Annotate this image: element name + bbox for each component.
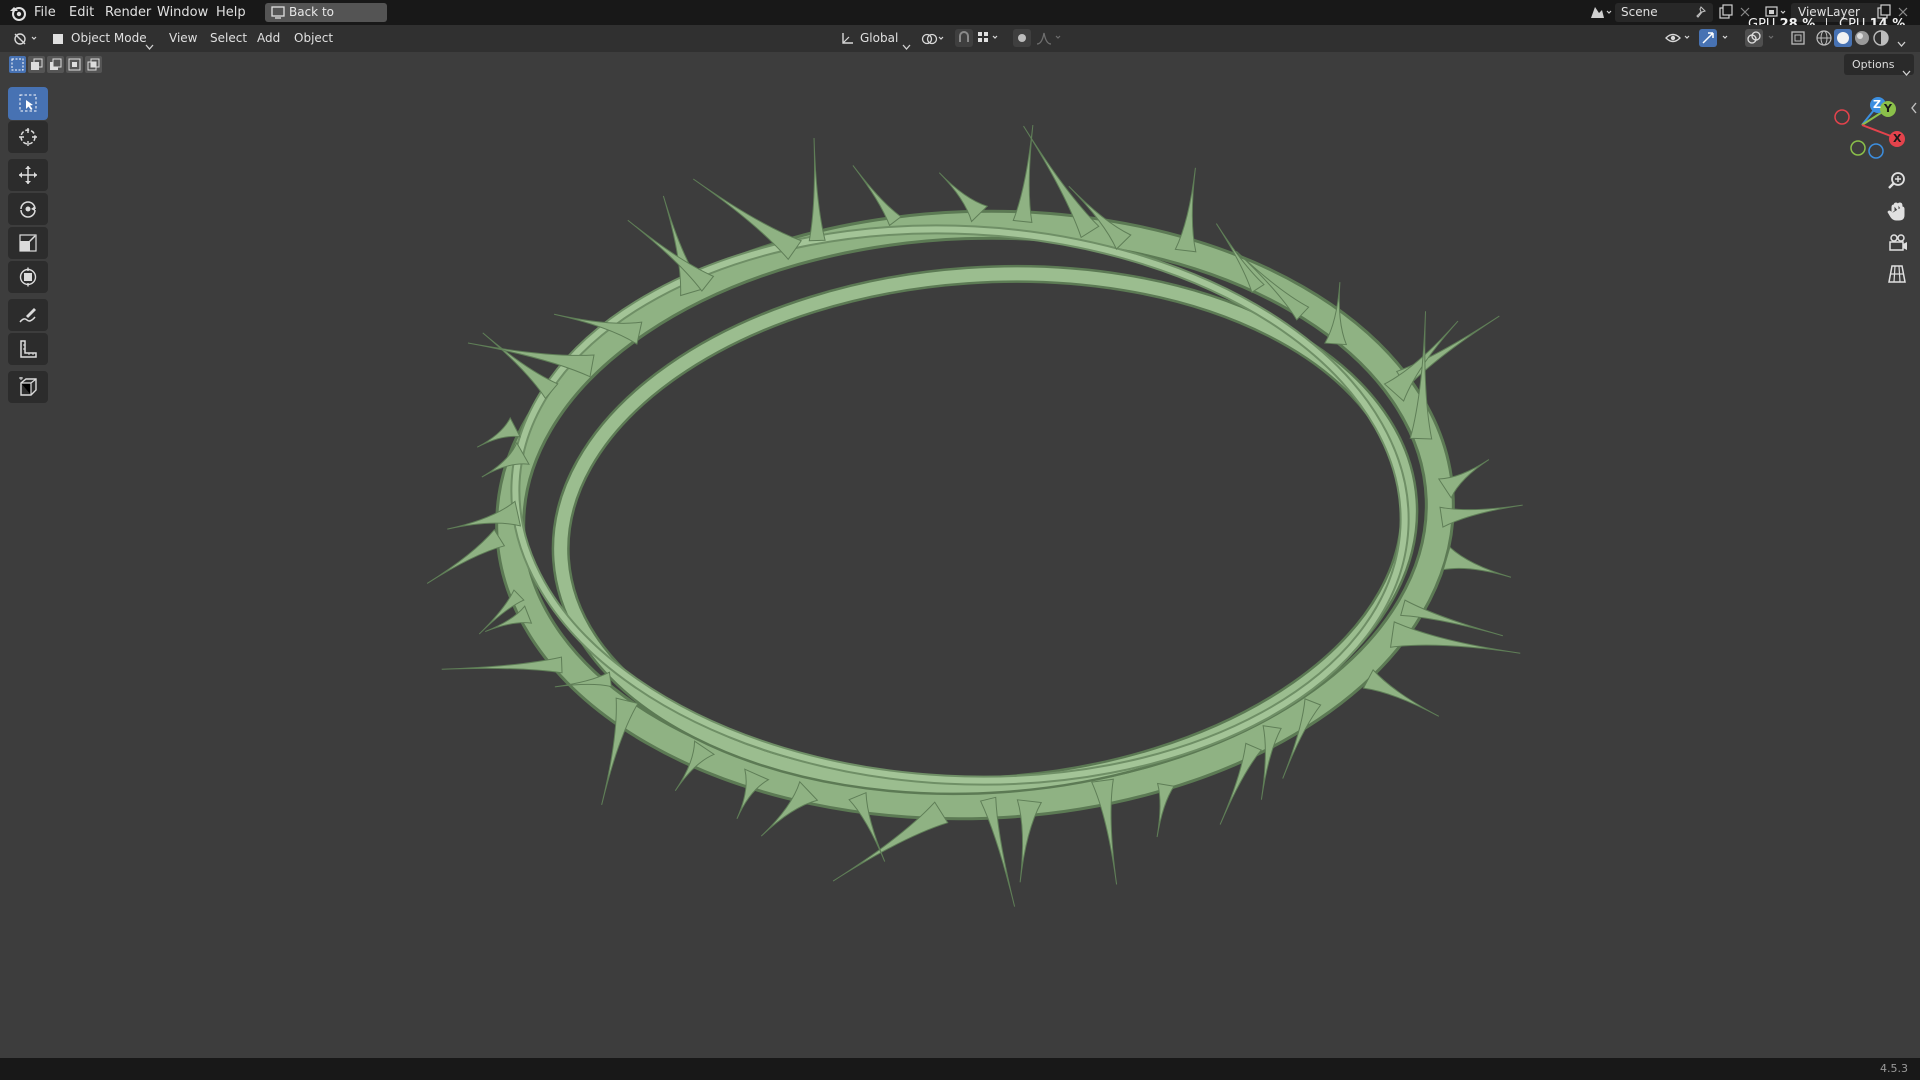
axis-y-label: Y <box>1884 102 1892 115</box>
viewport-canvas[interactable] <box>0 0 1920 1080</box>
thorn <box>441 656 563 674</box>
crown-of-thorns-model[interactable] <box>495 207 1455 821</box>
collapse-sidebar-icon[interactable] <box>1910 102 1918 118</box>
hand-pan-icon <box>1887 202 1905 221</box>
thorn <box>692 178 802 261</box>
version-label: 4.5.3 <box>1880 1062 1908 1075</box>
pan-view-button[interactable] <box>1884 199 1910 225</box>
axis-neg-z[interactable] <box>1868 143 1884 159</box>
axis-z-label: Z <box>1873 98 1881 111</box>
camera-view-button[interactable] <box>1884 230 1910 256</box>
thorn <box>1442 546 1512 578</box>
camera-icon <box>1889 234 1907 251</box>
thorn <box>1012 124 1034 223</box>
thorn <box>627 219 715 292</box>
thorn <box>1156 782 1175 838</box>
grid-icon <box>1888 265 1906 283</box>
status-bar: 4.5.3 <box>0 1058 1920 1080</box>
thorn <box>482 332 559 400</box>
axis-x-label: X <box>1893 132 1902 145</box>
navigation-gizmo[interactable]: Z Y X <box>1832 95 1912 165</box>
thorn <box>852 165 902 227</box>
thorn <box>426 528 506 584</box>
axis-neg-y[interactable] <box>1850 140 1866 156</box>
axis-neg-x[interactable] <box>1834 109 1850 125</box>
thorn <box>1362 669 1440 717</box>
search-zoom-icon <box>1888 172 1905 189</box>
projection-toggle-button[interactable] <box>1884 261 1910 287</box>
zoom-view-button[interactable] <box>1884 168 1910 194</box>
thorn <box>808 137 826 242</box>
